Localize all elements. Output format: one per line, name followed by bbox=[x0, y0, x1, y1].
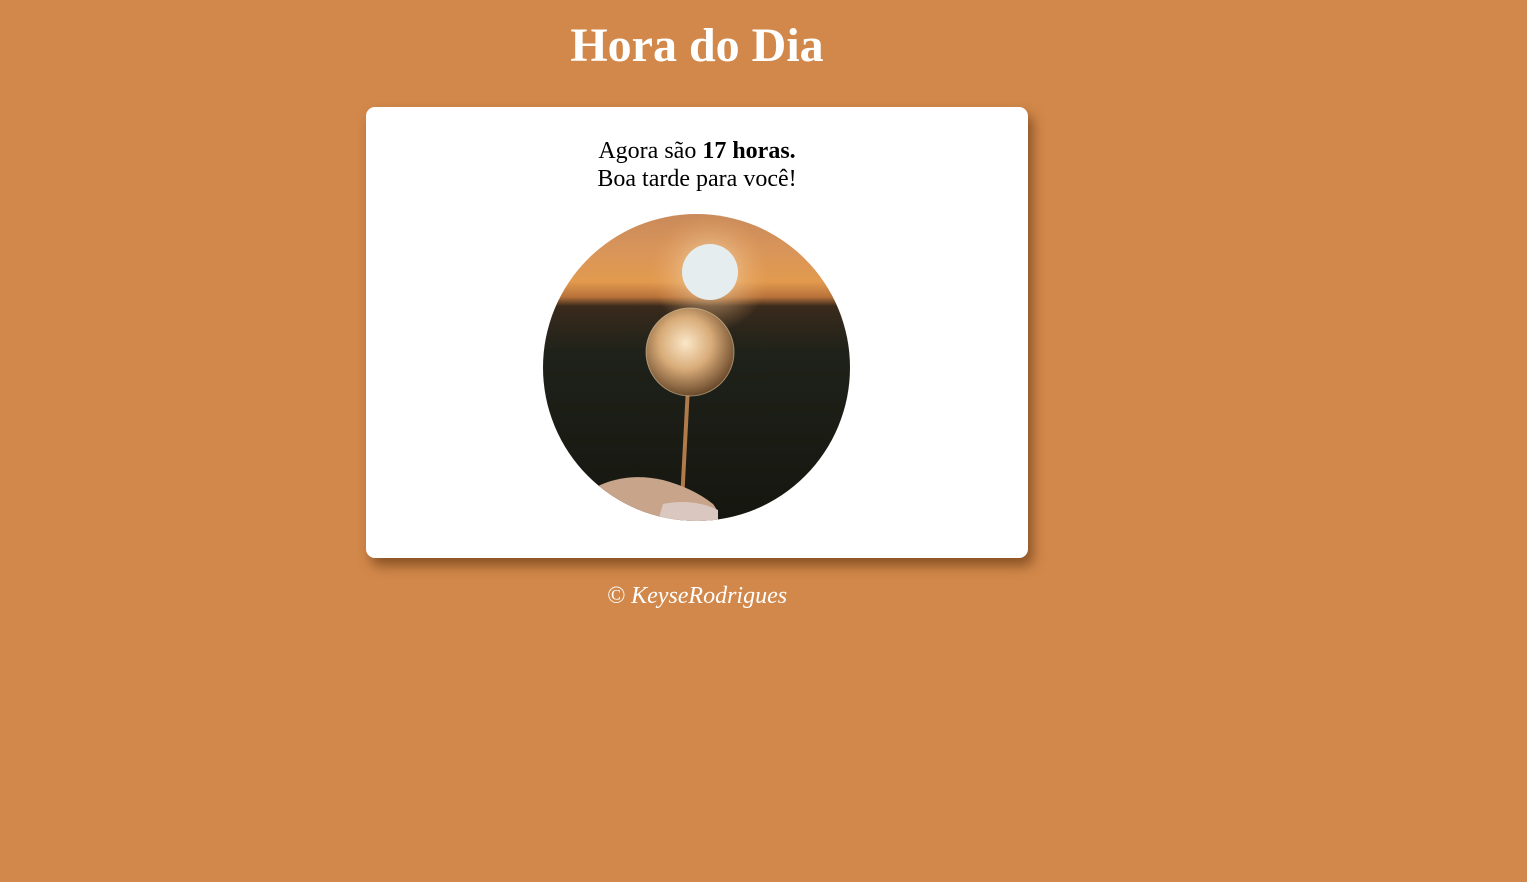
time-of-day-image bbox=[543, 214, 850, 521]
copyright-footer: © KeyseRodrigues bbox=[606, 583, 788, 609]
time-message: Agora são 17 horas. bbox=[366, 137, 1028, 165]
time-prefix: Agora são bbox=[598, 138, 703, 164]
dandelion-sunset-photo bbox=[543, 214, 850, 521]
hour-value: 17 horas. bbox=[702, 138, 796, 164]
time-card: Agora são 17 horas. Boa tarde para você! bbox=[366, 107, 1028, 558]
page-title: Hora do Dia bbox=[570, 19, 824, 72]
greeting-message: Boa tarde para você! bbox=[597, 166, 797, 192]
